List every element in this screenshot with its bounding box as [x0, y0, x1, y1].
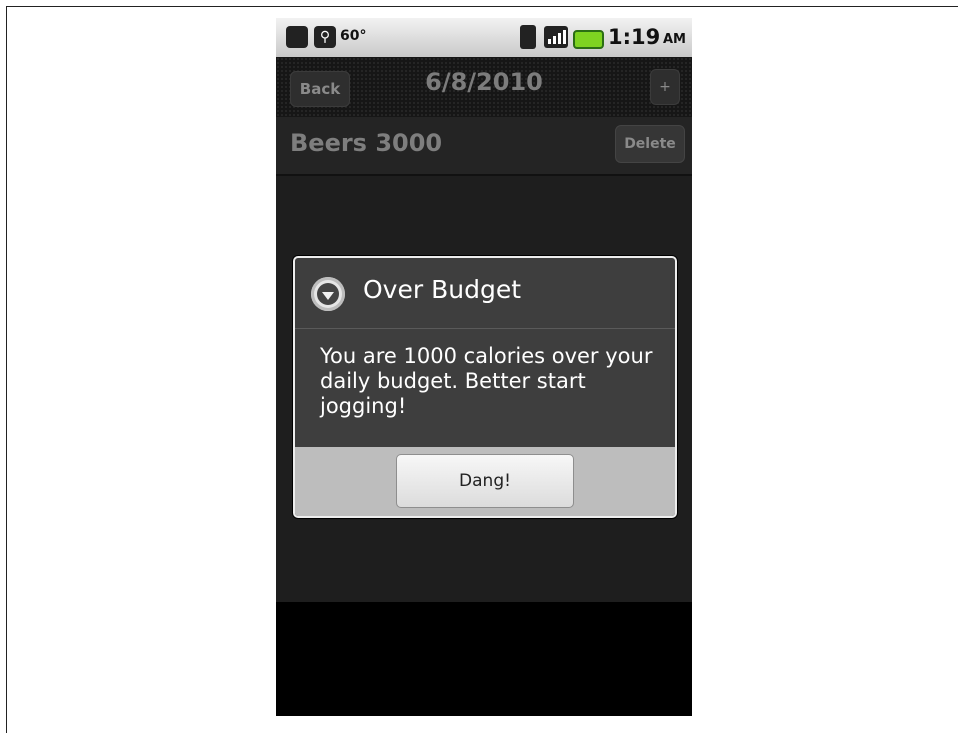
- add-button[interactable]: +: [650, 69, 680, 105]
- dialog-footer: Dang!: [295, 447, 675, 516]
- dialog-title: Over Budget: [363, 275, 521, 304]
- alert-icon: [311, 277, 345, 311]
- delete-button[interactable]: Delete: [615, 125, 685, 163]
- clock-time: 1:19: [608, 25, 661, 49]
- dang-button[interactable]: Dang!: [396, 454, 574, 508]
- clock-ampm: AM: [663, 32, 686, 47]
- page-frame-left: [6, 6, 7, 733]
- item-row: Beers 3000 Delete: [276, 117, 692, 176]
- dialog-message: You are 1000 calories over your daily bu…: [320, 344, 653, 418]
- battery-icon: [573, 30, 604, 49]
- dialog-header: Over Budget: [295, 258, 675, 329]
- wifi-icon: [520, 25, 536, 49]
- signal-icon: [544, 26, 568, 48]
- app-header: 6/8/2010 Back +: [276, 57, 692, 117]
- page-frame-top: [6, 6, 958, 7]
- status-bar: ⚲ 60° 1:19 AM: [276, 18, 692, 57]
- usb-icon: ⚲: [314, 26, 336, 48]
- phone-screen: ⚲ 60° 1:19 AM 6/8/2010 Back + Beers 3000…: [276, 18, 692, 716]
- android-icon: [286, 26, 308, 48]
- temperature-label: 60°: [340, 28, 367, 44]
- over-budget-dialog: Over Budget You are 1000 calories over y…: [293, 256, 677, 518]
- item-name: Beers 3000: [290, 129, 443, 157]
- back-button[interactable]: Back: [290, 71, 350, 107]
